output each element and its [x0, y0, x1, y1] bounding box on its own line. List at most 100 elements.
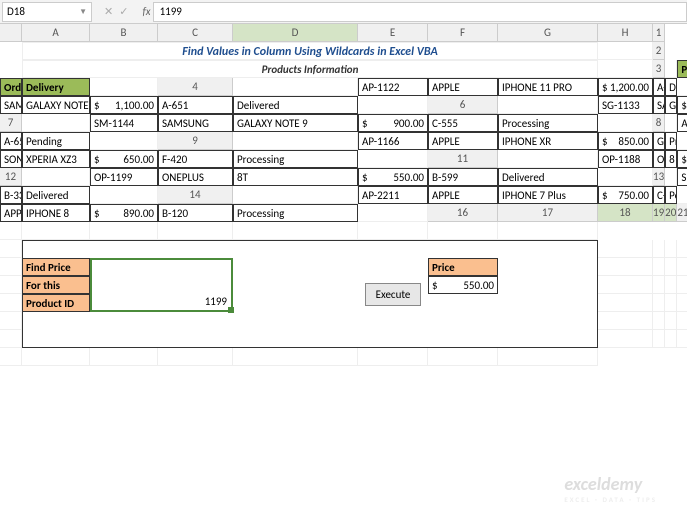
cell[interactable]	[90, 132, 158, 150]
table-cell[interactable]: Pending	[665, 186, 677, 204]
table-cell[interactable]: Delivered	[22, 186, 90, 204]
table-header[interactable]: Order ID	[0, 78, 22, 96]
row-header[interactable]: 12	[0, 168, 22, 186]
spreadsheet-grid[interactable]: ABCDEFGH1Find Values in Column Using Wil…	[0, 24, 687, 366]
col-header-D[interactable]: D	[233, 24, 358, 42]
table-cell[interactable]: Processing	[498, 114, 598, 132]
cell[interactable]	[233, 222, 358, 240]
cell[interactable]	[665, 114, 677, 132]
table-cell[interactable]: AP-1122	[358, 78, 428, 96]
cancel-icon[interactable]: ✕	[104, 5, 113, 18]
table-cell-price[interactable]: $850.00	[598, 132, 653, 150]
table-cell-price[interactable]: $900.00	[358, 114, 428, 132]
cell[interactable]	[0, 312, 22, 330]
row-header[interactable]: 8	[653, 114, 665, 132]
row-header[interactable]: 1	[653, 24, 665, 42]
cell[interactable]	[0, 294, 22, 312]
row-header[interactable]: 2	[653, 42, 665, 60]
cell[interactable]	[358, 222, 428, 240]
cell[interactable]	[665, 60, 677, 78]
table-cell[interactable]: AP-2211	[358, 186, 428, 204]
cell[interactable]	[498, 348, 598, 366]
row-header[interactable]: 21	[677, 204, 687, 222]
table-cell[interactable]: A-651	[158, 96, 233, 114]
table-cell[interactable]: Processing	[665, 132, 677, 150]
row-header[interactable]: 6	[428, 96, 498, 114]
cell[interactable]	[233, 132, 358, 150]
cell[interactable]	[90, 78, 158, 96]
cell[interactable]	[428, 222, 498, 240]
table-cell[interactable]: B-599	[428, 168, 498, 186]
cell[interactable]	[598, 114, 653, 132]
col-header-A[interactable]: A	[22, 24, 90, 42]
table-cell[interactable]: G-454	[653, 132, 665, 150]
cell[interactable]	[677, 276, 687, 294]
cell[interactable]	[90, 186, 158, 204]
table-cell[interactable]: Delivered	[233, 96, 358, 114]
row-header[interactable]: 20	[665, 204, 677, 222]
cell[interactable]	[598, 240, 653, 258]
select-all-corner[interactable]	[0, 24, 22, 42]
cell[interactable]	[22, 222, 90, 240]
col-header-E[interactable]: E	[358, 24, 428, 42]
row-header[interactable]: 19	[653, 204, 665, 222]
table-cell[interactable]: IPHONE 8	[22, 204, 90, 222]
find-input[interactable]: 1199	[90, 258, 233, 312]
cell[interactable]	[677, 240, 687, 258]
col-header-H[interactable]: H	[598, 24, 653, 42]
table-cell[interactable]: A-551	[653, 78, 665, 96]
cell[interactable]	[665, 312, 677, 330]
table-cell[interactable]: SONY	[0, 150, 22, 168]
col-header-C[interactable]: C	[158, 24, 233, 42]
table-cell[interactable]: SG-1133	[598, 96, 653, 114]
table-cell[interactable]: OP-1188	[598, 150, 653, 168]
cell[interactable]	[665, 240, 677, 258]
formula-bar[interactable]: 1199	[153, 2, 687, 22]
table-cell[interactable]: APPLE	[428, 186, 498, 204]
col-header-G[interactable]: G	[498, 24, 598, 42]
cell[interactable]	[428, 348, 498, 366]
row-header[interactable]: 13	[653, 168, 665, 186]
table-cell[interactable]: SAMSUNG	[653, 96, 665, 114]
cell[interactable]	[598, 60, 653, 78]
table-cell[interactable]: GALAXY NOTE 10	[22, 96, 90, 114]
cell[interactable]	[598, 42, 653, 60]
cell[interactable]	[677, 258, 687, 276]
table-cell[interactable]: Delivered	[498, 168, 598, 186]
cell[interactable]	[0, 330, 22, 348]
cell[interactable]	[158, 222, 233, 240]
table-cell[interactable]: B-330	[0, 186, 22, 204]
cell[interactable]	[598, 330, 653, 348]
cell[interactable]	[0, 258, 22, 276]
cell[interactable]	[653, 276, 665, 294]
table-cell[interactable]: APPLE	[428, 78, 498, 96]
row-header[interactable]: 11	[428, 150, 498, 168]
table-cell[interactable]: IPHONE 7 Plus	[498, 186, 598, 204]
row-header[interactable]: 3	[653, 60, 665, 78]
table-cell[interactable]: 8T	[233, 168, 358, 186]
cell[interactable]	[598, 258, 653, 276]
table-cell[interactable]: C-555	[428, 114, 498, 132]
cell[interactable]	[358, 204, 428, 222]
cell[interactable]	[677, 186, 687, 204]
table-cell[interactable]: IPHONE 11 PRO	[498, 78, 598, 96]
cell[interactable]	[0, 240, 22, 258]
cell[interactable]	[0, 222, 22, 240]
cell[interactable]	[22, 114, 90, 132]
cell[interactable]	[665, 276, 677, 294]
table-cell-price[interactable]: $1,000.00	[677, 96, 687, 114]
cell[interactable]	[677, 312, 687, 330]
cell[interactable]	[598, 168, 653, 186]
cell[interactable]	[233, 186, 358, 204]
cell[interactable]	[653, 312, 665, 330]
cell[interactable]	[598, 276, 653, 294]
row-header[interactable]: 17	[498, 204, 598, 222]
table-cell-price[interactable]: $650.00	[90, 150, 158, 168]
cell[interactable]	[665, 330, 677, 348]
cell[interactable]	[653, 240, 665, 258]
table-cell[interactable]: A-657	[0, 132, 22, 150]
row-header[interactable]: 9	[158, 132, 233, 150]
cell[interactable]	[665, 294, 677, 312]
cell[interactable]	[233, 348, 358, 366]
row-header[interactable]: 14	[158, 186, 233, 204]
